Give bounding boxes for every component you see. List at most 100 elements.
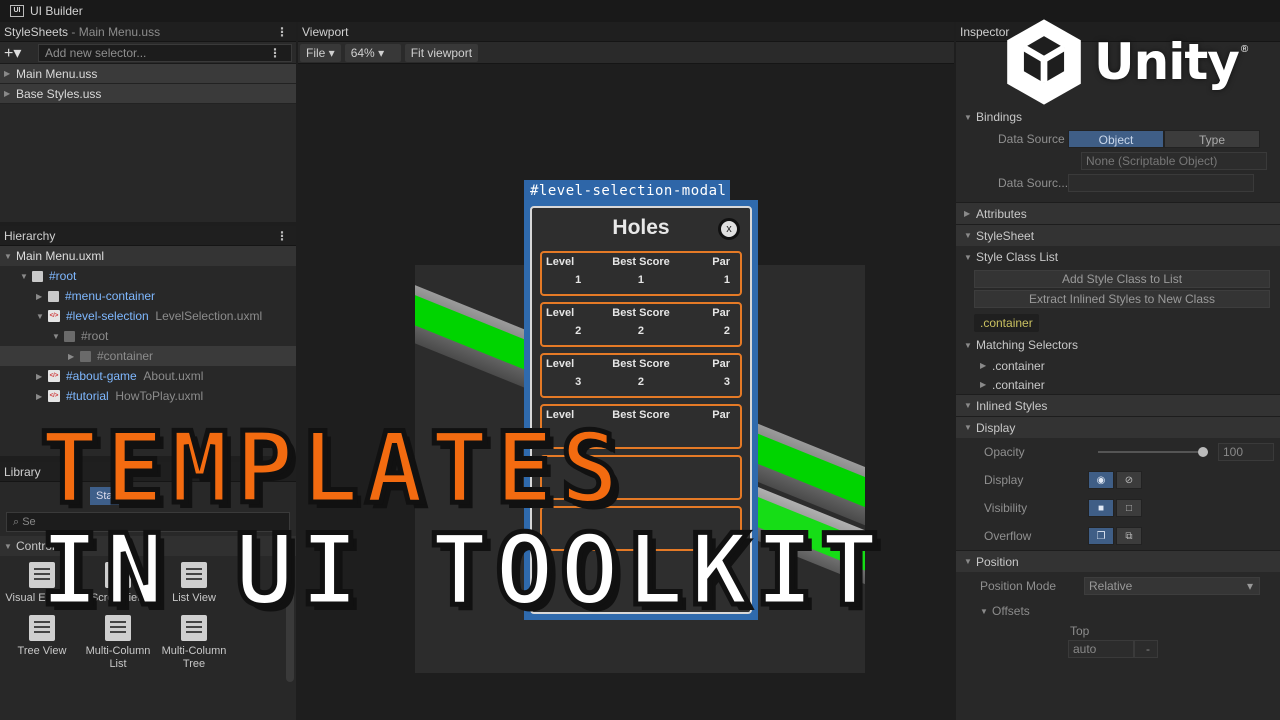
offsets-foldout[interactable]: ▼ Offsets xyxy=(956,600,1280,622)
collapse-arrow-icon[interactable]: ▼ xyxy=(964,341,976,350)
position-foldout[interactable]: ▼ Position xyxy=(956,550,1280,572)
type-option[interactable]: Type xyxy=(1164,130,1260,148)
hierarchy-row[interactable]: ▶ #about-game About.uxml xyxy=(0,366,296,386)
extract-styles-button[interactable]: Extract Inlined Styles to New Class xyxy=(974,290,1270,308)
template-file: HowToPlay.uxml xyxy=(115,389,204,403)
uss-item[interactable]: ▶ Main Menu.uss xyxy=(0,64,296,84)
slider-handle[interactable] xyxy=(1198,447,1208,457)
level-value: 3 xyxy=(575,375,582,388)
collapse-arrow-icon[interactable]: ▼ xyxy=(52,332,64,341)
hierarchy-row[interactable]: ▼ #level-selection LevelSelection.uxml xyxy=(0,306,296,326)
selector-input[interactable]: Add new selector... ⋮ xyxy=(38,43,292,62)
opacity-field[interactable]: 100 xyxy=(1218,443,1274,461)
hierarchy-header: Hierarchy ⋮ xyxy=(0,226,296,246)
fit-viewport-button[interactable]: Fit viewport xyxy=(404,43,479,62)
selector-menu-icon[interactable]: ⋮ xyxy=(269,46,285,60)
unit-dropdown[interactable]: - xyxy=(1134,640,1158,658)
top-offset-field[interactable]: auto xyxy=(1068,640,1134,658)
collapse-arrow-icon[interactable]: ▼ xyxy=(964,231,976,240)
attributes-foldout[interactable]: ▶ Attributes xyxy=(956,202,1280,224)
add-style-class-button[interactable]: Add Style Class to List xyxy=(974,270,1270,288)
stylesheet-foldout[interactable]: ▼ StyleSheet xyxy=(956,224,1280,246)
matching-selectors-foldout[interactable]: ▼ Matching Selectors xyxy=(956,334,1280,356)
overlay-title-line1: TEMPLATES xyxy=(37,412,626,526)
col-par: Par xyxy=(712,256,730,268)
display-toggle[interactable]: ◉ ⊘ xyxy=(1088,471,1142,489)
hidden-icon[interactable]: □ xyxy=(1116,499,1142,517)
collapse-arrow-icon[interactable]: ▼ xyxy=(964,557,976,566)
expand-arrow-icon[interactable]: ▶ xyxy=(4,69,16,78)
viewport-toolbar: File ▾ 64% ▾ Fit viewport xyxy=(298,42,954,64)
level-card[interactable]: Level Best Score Par 3 2 3 xyxy=(540,353,742,398)
kebab-menu-icon[interactable]: ⋮ xyxy=(276,229,292,243)
position-mode-label: Position Mode xyxy=(980,579,1057,593)
collapse-arrow-icon[interactable]: ▼ xyxy=(4,252,16,261)
collapse-arrow-icon[interactable]: ▼ xyxy=(964,401,976,410)
close-button[interactable]: x xyxy=(718,218,740,240)
hierarchy-row[interactable]: ▶ #tutorial HowToPlay.uxml xyxy=(0,386,296,406)
level-card[interactable]: Level Best Score Par 2 2 2 xyxy=(540,302,742,347)
display-foldout[interactable]: ▼ Display xyxy=(956,416,1280,438)
file-menu-button[interactable]: File ▾ xyxy=(300,43,341,62)
attributes-label: Attributes xyxy=(976,206,1027,221)
overflow-hidden-icon[interactable]: ⧉ xyxy=(1116,527,1142,545)
data-source-toggle[interactable]: Object Type xyxy=(1068,130,1260,148)
library-item-label: Multi-Column List xyxy=(85,645,151,670)
data-source-path-label: Data Sourc... xyxy=(998,176,1069,190)
top-offset-label-row: Top xyxy=(956,622,1280,640)
bindings-label: Bindings xyxy=(976,110,1023,124)
overlay-title-line2: IN UI TOOLKIT xyxy=(37,514,886,628)
collapse-arrow-icon[interactable]: ▼ xyxy=(980,607,992,616)
hierarchy-document-row[interactable]: ▼ Main Menu.uxml xyxy=(0,246,296,266)
display-section-label: Display xyxy=(976,420,1016,435)
selector-row[interactable]: ▶ .container xyxy=(956,356,1280,375)
opacity-slider[interactable] xyxy=(1098,447,1208,457)
data-source-path-field[interactable] xyxy=(1068,174,1254,192)
collapse-arrow-icon[interactable]: ▼ xyxy=(964,253,976,262)
expand-arrow-icon[interactable]: ▶ xyxy=(964,209,976,218)
expand-arrow-icon[interactable]: ▶ xyxy=(36,372,48,381)
expand-arrow-icon[interactable]: ▶ xyxy=(4,89,16,98)
bindings-foldout[interactable]: ▼ Bindings xyxy=(956,106,1280,128)
visible-icon[interactable]: ■ xyxy=(1088,499,1114,517)
collapse-arrow-icon[interactable]: ▼ xyxy=(4,542,16,551)
score-value: 2 xyxy=(637,324,645,337)
selector-row[interactable]: ▶ .container xyxy=(956,375,1280,394)
overflow-toggle[interactable]: ❐ ⧉ xyxy=(1088,527,1142,545)
inlined-styles-foldout[interactable]: ▼ Inlined Styles xyxy=(956,394,1280,416)
position-mode-row: Position Mode Relative xyxy=(956,572,1280,600)
modal-name-tag: #level-selection-modal xyxy=(524,180,730,202)
inlined-styles-label: Inlined Styles xyxy=(976,398,1048,413)
eye-off-icon[interactable]: ⊘ xyxy=(1116,471,1142,489)
eye-icon[interactable]: ◉ xyxy=(1088,471,1114,489)
object-option[interactable]: Object xyxy=(1068,130,1164,148)
uss-item[interactable]: ▶ Base Styles.uss xyxy=(0,84,296,104)
expand-arrow-icon[interactable]: ▶ xyxy=(36,392,48,401)
collapse-arrow-icon[interactable]: ▼ xyxy=(36,312,48,321)
kebab-menu-icon[interactable]: ⋮ xyxy=(276,25,292,39)
level-card[interactable]: Level Best Score Par 1 1 1 xyxy=(540,251,742,296)
element-name: #tutorial xyxy=(66,389,109,403)
visibility-toggle[interactable]: ■ □ xyxy=(1088,499,1142,517)
collapse-arrow-icon[interactable]: ▼ xyxy=(964,423,976,432)
hierarchy-row[interactable]: ▼ #root xyxy=(0,326,296,346)
style-class-chip[interactable]: .container xyxy=(974,314,1039,332)
expand-arrow-icon[interactable]: ▶ xyxy=(68,352,80,361)
collapse-arrow-icon[interactable]: ▼ xyxy=(20,272,32,281)
data-source-value: None (Scriptable Object) xyxy=(1086,154,1218,168)
expand-arrow-icon[interactable]: ▶ xyxy=(36,292,48,301)
expand-arrow-icon[interactable]: ▶ xyxy=(980,361,992,370)
collapse-arrow-icon[interactable]: ▼ xyxy=(964,113,976,122)
overflow-label: Overflow xyxy=(984,529,1032,543)
data-source-object-field[interactable]: None (Scriptable Object) xyxy=(1081,152,1267,170)
add-stylesheet-button[interactable]: +▾ xyxy=(4,43,34,63)
zoom-dropdown[interactable]: 64% ▾ xyxy=(344,43,401,62)
expand-arrow-icon[interactable]: ▶ xyxy=(980,380,992,389)
position-mode-dropdown[interactable]: Relative xyxy=(1084,577,1260,595)
overflow-visible-icon[interactable]: ❐ xyxy=(1088,527,1114,545)
style-class-list-foldout[interactable]: ▼ Style Class List xyxy=(956,246,1280,268)
hierarchy-row[interactable]: ▶ #menu-container xyxy=(0,286,296,306)
hierarchy-row[interactable]: ▶ #container xyxy=(0,346,296,366)
hierarchy-row[interactable]: ▼ #root xyxy=(0,266,296,286)
chevron-down-icon: ▾ xyxy=(378,45,385,60)
